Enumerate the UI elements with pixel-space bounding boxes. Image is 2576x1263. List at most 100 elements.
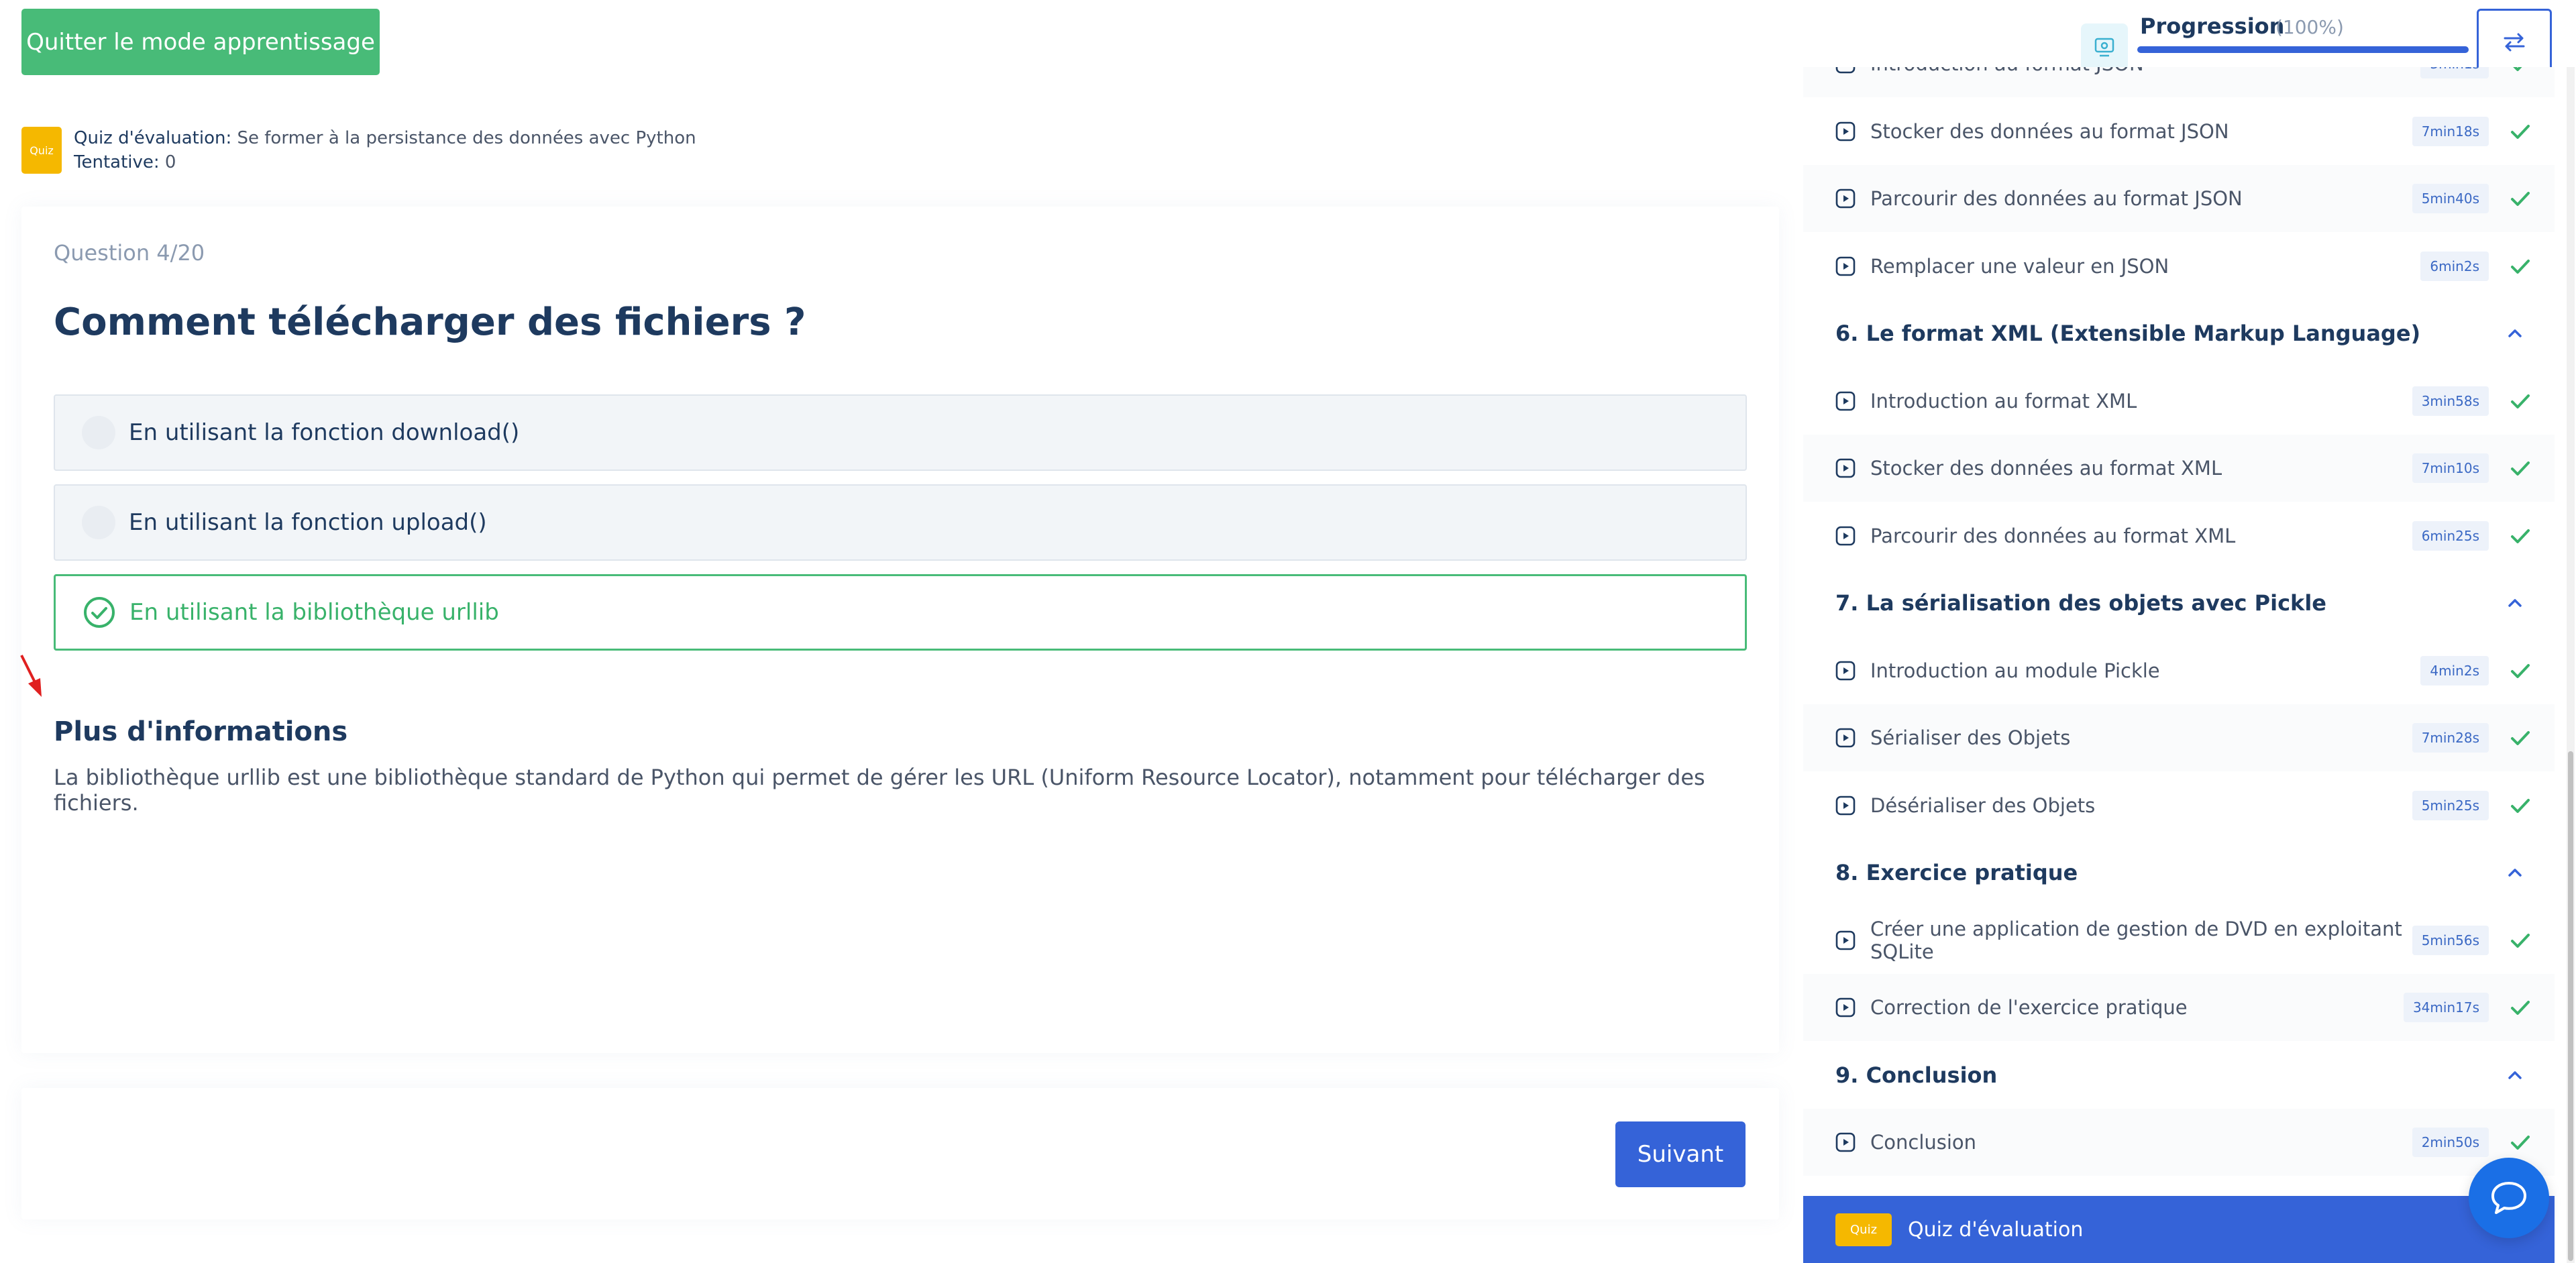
sidebar-lesson-item[interactable]: Conclusion 2min50s [1803,1109,2555,1176]
sidebar-lesson-item[interactable]: Sérialiser des Objets 7min28s [1803,704,2555,771]
completed-check-icon [2511,798,2530,813]
sidebar-section-header[interactable]: 8. Exercice pratique [1803,839,2555,906]
sidebar-lesson-item[interactable]: Parcourir des données au format XML 6min2… [1803,502,2555,569]
lesson-title: Parcourir des données au format XML [1870,524,2236,547]
sidebar-lesson-item[interactable]: Désérialiser des Objets 5min25s [1803,771,2555,839]
answer-label: En utilisant la fonction upload() [129,509,487,536]
chevron-up-icon [2508,599,2522,607]
completed-check-icon [2513,67,2522,71]
sidebar-lesson-item[interactable]: Stocker des données au format JSON 7min18… [1803,97,2555,165]
section-title: 7. La sérialisation des objets avec Pick… [1835,590,2326,616]
swap-arrows-icon [2504,33,2525,51]
chevron-up-icon [2508,329,2522,337]
play-icon [1835,526,1856,545]
completed-check-icon [2511,461,2530,476]
lesson-title: Correction de l'exercice pratique [1870,996,2188,1019]
lesson-title: Désérialiser des Objets [1870,793,2096,817]
chevron-up-icon [2508,1070,2522,1079]
completed-check-icon [2511,1001,2530,1015]
quiz-badge: Quiz [21,127,62,174]
answer-option[interactable]: En utilisant la fonction upload() [54,484,1747,561]
answer-option-correct[interactable]: En utilisant la bibliothèque urllib [54,574,1747,651]
chat-button[interactable] [2469,1158,2549,1238]
red-arrow-icon [20,655,42,697]
completed-check-icon [2511,1136,2530,1150]
lesson-duration: 3min58s [2412,386,2489,416]
quiz-meta: Quiz d'évaluation: Se former à la persis… [74,126,696,174]
section-title: 6. Le format XML (Extensible Markup Lang… [1835,321,2421,346]
radio-icon [82,416,115,449]
scrollbar-thumb[interactable] [2568,751,2573,1261]
play-icon [1835,256,1856,276]
sidebar-section-header[interactable]: 7. La sérialisation des objets avec Pick… [1803,569,2555,637]
sidebar-lesson-item[interactable]: Introduction au format JSON3min1s [1803,67,2555,97]
sidebar-lesson-item[interactable]: Correction de l'exercice pratique 34min17… [1803,974,2555,1041]
lesson-title: Introduction au format XML [1870,389,2137,413]
lesson-duration: 6min25s [2412,520,2489,551]
lesson-duration: 34min17s [2403,993,2489,1022]
play-icon [1835,67,1856,74]
play-icon [1835,997,1856,1018]
radio-icon [82,506,115,539]
lesson-title: Stocker des données au format JSON [1870,119,2229,143]
more-info-title: Plus d'informations [54,716,348,747]
section-title: 8. Exercice pratique [1835,860,2078,885]
lesson-title: Conclusion [1870,1131,1977,1154]
toggle-view-button[interactable] [2477,9,2552,75]
completed-check-icon [2511,731,2530,745]
progress-percentage: (100%) [2275,16,2344,38]
next-button[interactable]: Suivant [1615,1121,1746,1187]
play-icon [1835,391,1856,410]
question-card: Question 4/20 Comment télécharger des fi… [21,207,1779,1053]
chat-bubble-icon [2491,1182,2526,1214]
play-icon [1835,458,1856,478]
answer-option[interactable]: En utilisant la fonction download() [54,394,1747,471]
play-icon [1835,661,1856,680]
check-circle-icon [84,597,115,628]
completed-check-icon [2511,394,2530,408]
sidebar-quiz-item[interactable]: Quiz Quiz d'évaluation [1803,1196,2555,1263]
section-title: 9. Conclusion [1835,1062,1998,1088]
lesson-duration: 5min56s [2412,925,2489,955]
play-icon [1835,1132,1856,1152]
quiz-eval-value: Se former à la persistance des données a… [237,128,696,148]
completed-check-icon [2511,259,2530,274]
play-icon [1835,188,1856,209]
completed-check-icon [2511,192,2530,206]
attempt-label: Tentative: [74,152,160,172]
quiz-badge: Quiz [1835,1213,1892,1246]
sidebar-lesson-item[interactable]: Introduction au module Pickle 4min2s [1803,637,2555,704]
completed-check-icon [2511,933,2530,948]
quiz-eval-label: Quiz d'évaluation: [74,128,232,148]
quit-learning-mode-button[interactable]: Quitter le mode apprentissage [21,9,380,75]
chevron-up-icon [2508,869,2522,877]
sidebar-lesson-item[interactable]: Créer une application de gestion de DVD … [1803,906,2555,974]
question-navigation: Suivant [21,1088,1779,1219]
sidebar-section-header[interactable]: 9. Conclusion [1803,1042,2555,1109]
lesson-duration: 4min2s [2420,655,2489,685]
answer-label: En utilisant la fonction download() [129,419,520,446]
lesson-title: Parcourir des données au format JSON [1870,187,2243,210]
lesson-duration: 2min50s [2412,1128,2489,1157]
play-icon [1835,728,1856,748]
play-icon [1835,795,1856,815]
sidebar-lesson-item[interactable]: Parcourir des données au format JSON 5min… [1803,165,2555,232]
lesson-duration: 3min1s [2420,67,2489,78]
question-number: Question 4/20 [54,240,205,266]
sidebar-section-header[interactable]: 6. Le format XML (Extensible Markup Lang… [1803,300,2555,367]
sidebar-lesson-item[interactable]: Stocker des données au format XML 7min10s [1803,435,2555,502]
progress-bar-fill [2137,46,2469,53]
play-icon [1835,121,1856,141]
sidebar-lesson-item[interactable]: Remplacer une valeur en JSON 6min2s [1803,232,2555,300]
lesson-title: Stocker des données au format XML [1870,457,2222,480]
lesson-duration: 6min2s [2420,251,2489,281]
progress-bar [2137,46,2469,53]
answer-label: En utilisant la bibliothèque urllib [129,599,499,626]
sidebar-quiz-title: Quiz d'évaluation [1908,1217,2084,1242]
play-icon [1835,930,1856,950]
lesson-duration: 7min10s [2412,453,2489,483]
course-outline-sidebar[interactable]: Introduction au format JSON3min1sStocker… [1803,67,2555,1194]
lesson-title: Introduction au format JSON [1870,67,2420,75]
more-info-text: La bibliothèque urllib est une bibliothè… [54,765,1705,816]
sidebar-lesson-item[interactable]: Introduction au format XML 3min58s [1803,367,2555,435]
